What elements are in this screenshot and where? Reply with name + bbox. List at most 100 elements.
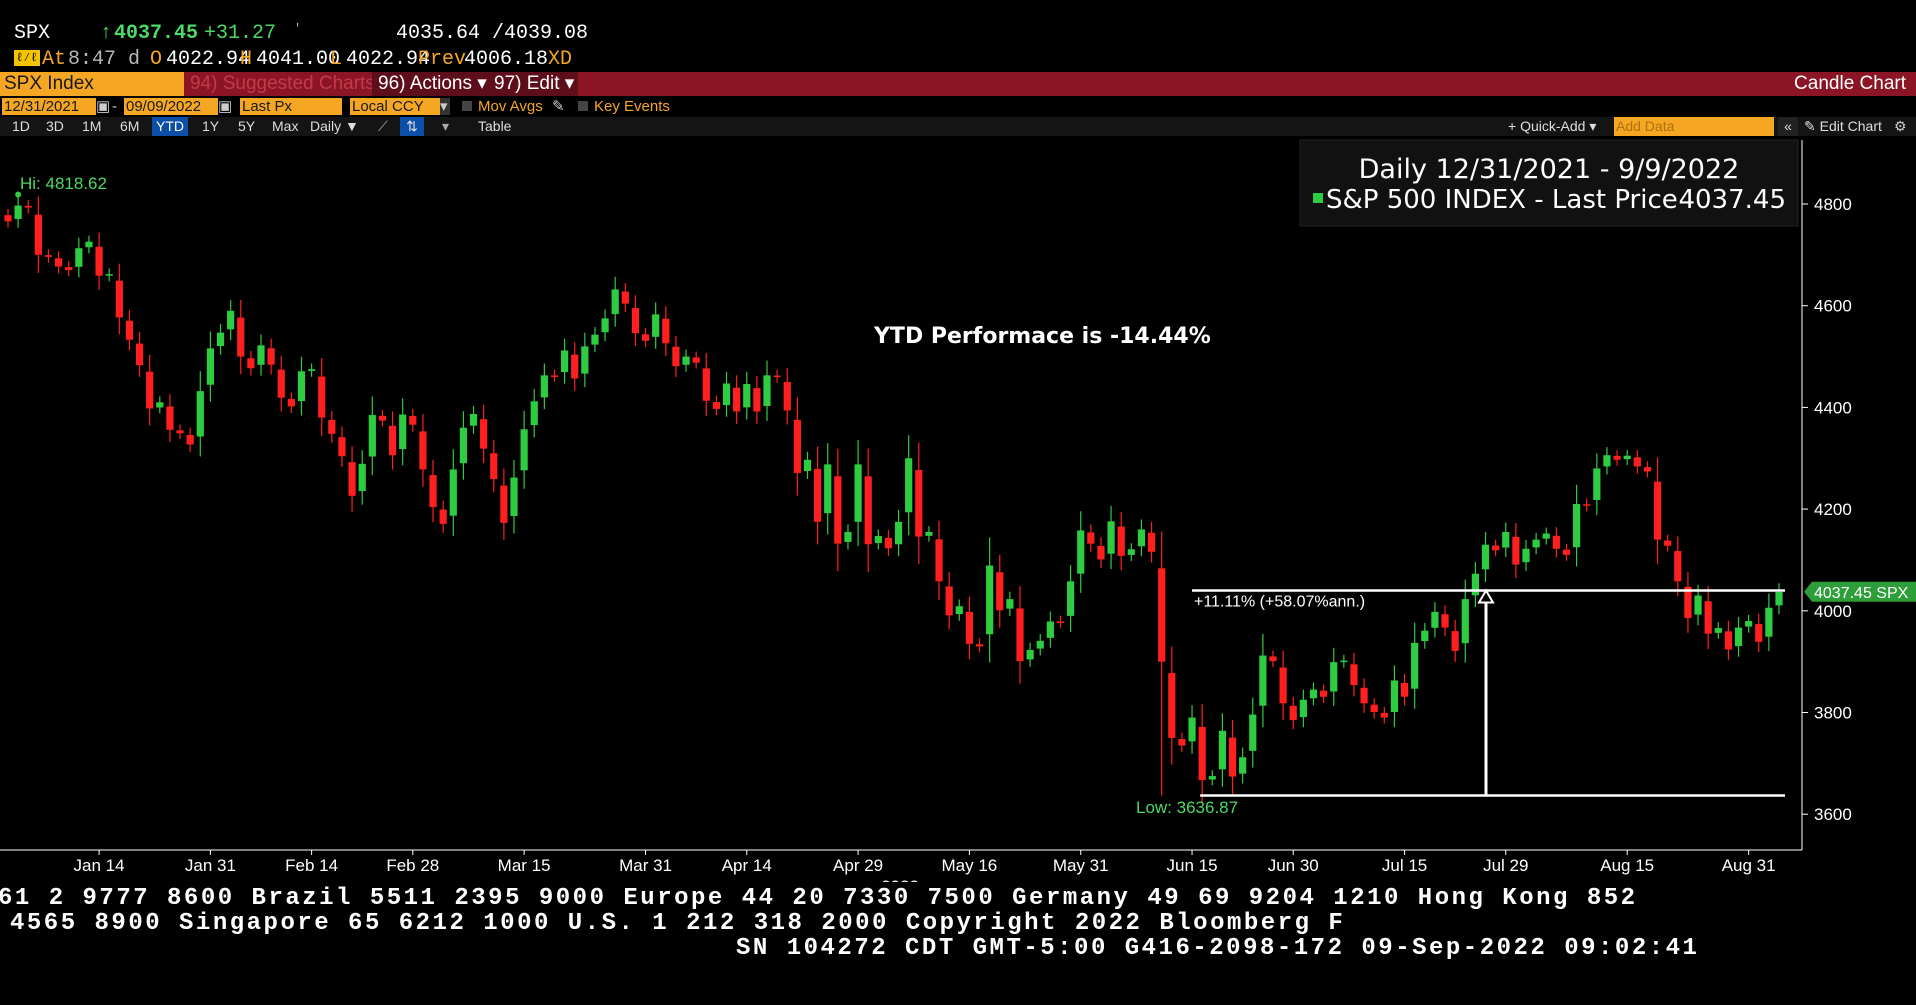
candle — [4, 208, 12, 228]
candle — [1623, 449, 1631, 466]
table-button[interactable]: Table — [478, 117, 511, 136]
candle — [1643, 461, 1652, 478]
candle — [1724, 620, 1732, 660]
candle — [368, 396, 376, 476]
candle — [1542, 527, 1550, 545]
candle — [1320, 684, 1328, 703]
candle — [1137, 519, 1146, 557]
candle — [550, 369, 559, 382]
candle — [439, 500, 447, 533]
candle — [1583, 498, 1591, 512]
frequency-select[interactable]: Daily ▼ — [310, 117, 359, 136]
dropdown-icon[interactable]: ▾ — [442, 117, 449, 136]
calendar-icon[interactable]: ▣ — [218, 98, 232, 115]
candle — [1704, 585, 1712, 650]
x-year-label: 2022 — [881, 877, 919, 882]
dropdown-icon[interactable]: ▾ — [440, 98, 450, 115]
up-arrow-icon: ↑ — [100, 22, 113, 45]
key-events-checkbox[interactable] — [578, 101, 588, 111]
chart-parameters: 12/31/2021 ▣ - 09/09/2022 ▣ Last Px Loca… — [0, 98, 1916, 116]
candle — [34, 196, 42, 273]
candle — [682, 349, 690, 372]
gear-icon[interactable]: ⚙ — [1894, 117, 1907, 136]
candle — [530, 388, 538, 438]
mov-avgs-label[interactable]: Mov Avgs — [478, 98, 543, 115]
security-field[interactable]: SPX Index — [0, 72, 184, 96]
quote-status-icon[interactable]: ℓ⁄ℓ — [14, 50, 40, 66]
candle — [409, 408, 417, 432]
candle — [1653, 457, 1662, 564]
range-button-1d[interactable]: 1D — [8, 117, 34, 136]
candle — [480, 404, 488, 463]
edit-menu[interactable]: 97) Edit ▾ — [488, 72, 578, 96]
end-date-field[interactable]: 09/09/2022 — [124, 98, 218, 115]
candle — [844, 524, 852, 550]
candle — [1714, 622, 1722, 639]
start-date-field[interactable]: 12/31/2021 — [2, 98, 96, 115]
calendar-icon[interactable]: ▣ — [96, 98, 110, 115]
candle — [186, 427, 194, 452]
x-tick-label: May 16 — [942, 856, 998, 875]
footer-line-1: 61 2 9777 8600 Brazil 5511 2395 9000 Eur… — [0, 885, 1638, 912]
collapse-icon[interactable]: « — [1778, 117, 1798, 136]
candle — [1451, 620, 1459, 662]
candle — [1188, 705, 1196, 754]
range-button-5y[interactable]: 5Y — [234, 117, 259, 136]
range-button-1m[interactable]: 1M — [78, 117, 105, 136]
candle — [814, 446, 822, 545]
line-chart-icon[interactable]: ⟋ — [378, 117, 388, 136]
candle — [166, 394, 174, 443]
candle — [1522, 540, 1530, 571]
range-button-6m[interactable]: 6M — [116, 117, 143, 136]
pencil-icon[interactable]: ✎ — [552, 98, 565, 115]
candle — [44, 249, 53, 263]
suggested-charts-button[interactable]: 94) Suggested Charts — [186, 72, 375, 96]
x-tick-label: Jan 31 — [185, 856, 236, 875]
candle — [1674, 536, 1682, 596]
x-tick-label: Apr 29 — [833, 856, 883, 875]
mov-avgs-checkbox[interactable] — [462, 101, 472, 111]
candle — [1249, 697, 1257, 768]
x-tick-label: May 31 — [1053, 856, 1109, 875]
candle — [743, 371, 751, 420]
candle — [652, 302, 660, 349]
candle — [328, 411, 336, 443]
x-tick-label: Mar 31 — [619, 856, 672, 875]
candle — [1006, 591, 1014, 617]
candle — [1532, 532, 1540, 555]
chart-legend: Daily 12/31/2021 - 9/9/2022S&P 500 INDEX… — [1299, 139, 1799, 227]
last-price: 4037.45 — [114, 22, 199, 45]
candle — [156, 396, 164, 414]
candle — [1684, 571, 1692, 633]
footer-contacts: 61 2 9777 8600 Brazil 5511 2395 9000 Eur… — [0, 885, 1916, 995]
edit-chart-button[interactable]: ✎ Edit Chart — [1804, 117, 1882, 136]
field-select[interactable]: Last Px — [240, 98, 342, 115]
range-button-max[interactable]: Max — [268, 117, 302, 136]
tick-indicator: ' — [294, 22, 302, 36]
range-button-1y[interactable]: 1Y — [198, 117, 223, 136]
range-button-ytd[interactable]: YTD — [152, 117, 188, 136]
candle — [1765, 593, 1773, 651]
candle-chart-icon[interactable]: ⇅ — [400, 117, 424, 136]
candle — [1067, 565, 1075, 633]
ticker-symbol: SPX — [14, 22, 51, 45]
candle — [1461, 579, 1469, 663]
y-tick-label: 4600 — [1814, 297, 1852, 316]
currency-select[interactable]: Local CCY — [350, 98, 440, 115]
candle — [1775, 583, 1783, 615]
quick-add-button[interactable]: + Quick-Add ▾ — [1508, 117, 1596, 136]
actions-menu[interactable]: 96) Actions ▾ — [372, 72, 488, 96]
candle — [490, 440, 498, 493]
candle — [318, 358, 326, 437]
ytd-performance-note: YTD Performace is -14.44% — [873, 324, 1211, 349]
x-tick-label: Apr 14 — [722, 856, 772, 875]
candle — [975, 638, 984, 653]
candle — [1380, 706, 1388, 724]
measure-label: +11.11% (+58.07%ann.) — [1194, 593, 1365, 610]
candle — [287, 392, 295, 414]
candle — [105, 268, 113, 282]
key-events-label[interactable]: Key Events — [594, 98, 670, 115]
range-button-3d[interactable]: 3D — [42, 117, 68, 136]
candle — [308, 363, 316, 377]
add-data-input[interactable]: Add Data — [1614, 117, 1774, 136]
